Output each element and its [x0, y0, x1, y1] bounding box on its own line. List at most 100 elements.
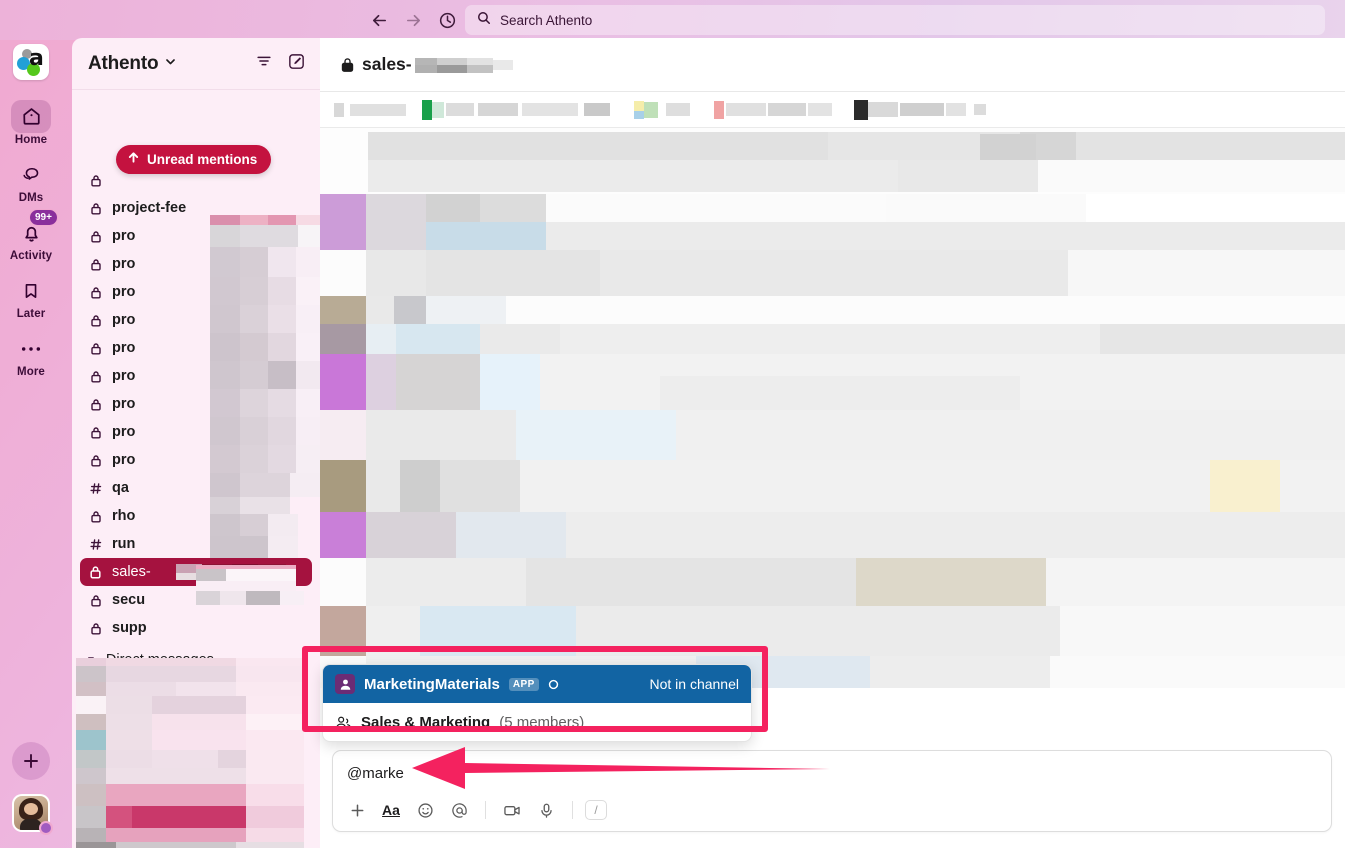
unread-mentions-label: Unread mentions	[147, 152, 257, 167]
arrow-right-icon[interactable]	[402, 9, 424, 31]
lock-icon	[88, 594, 103, 607]
sidebar-channel-row[interactable]: pro	[72, 390, 320, 418]
rail-label-home: Home	[15, 134, 47, 146]
lock-icon	[88, 258, 103, 271]
message-composer[interactable]: @marke Aa /	[332, 750, 1332, 832]
redaction-mosaic-tabs	[334, 98, 994, 122]
composer-toolbar: Aa /	[333, 793, 1331, 831]
activity-badge: 99+	[29, 209, 58, 226]
sidebar-channel-row[interactable]: pro	[72, 446, 320, 474]
unread-mentions-pill[interactable]: Unread mentions	[116, 145, 271, 174]
channel-name: pro	[112, 396, 135, 412]
channel-name: qa	[112, 480, 129, 496]
lock-icon	[88, 342, 103, 355]
rail-item-activity[interactable]: 99+ Activity	[2, 216, 60, 262]
video-icon[interactable]	[498, 797, 526, 823]
sidebar-channel-row[interactable]: project-fee	[72, 194, 320, 222]
dms-icon	[11, 158, 51, 191]
home-icon	[11, 100, 51, 133]
format-text-icon[interactable]: Aa	[377, 797, 405, 823]
slash-command-icon[interactable]: /	[585, 800, 607, 820]
presence-dot	[39, 821, 53, 835]
channel-name: run	[112, 536, 135, 552]
sidebar-header: Athento	[72, 38, 320, 90]
compose-icon[interactable]	[287, 52, 306, 76]
app-avatar-icon	[335, 674, 355, 694]
sidebar-channel-row-qa[interactable]: qa	[72, 474, 320, 502]
lock-icon	[88, 286, 103, 299]
toolbar-divider	[572, 801, 573, 819]
channel-title[interactable]: sales-	[362, 54, 412, 75]
sidebar-channel-row[interactable]: pro	[72, 222, 320, 250]
channel-name: pro	[112, 312, 135, 328]
redaction-mosaic-selected	[176, 564, 286, 580]
sidebar-channel-row-security[interactable]: secu	[72, 586, 320, 614]
mic-icon[interactable]	[532, 797, 560, 823]
channel-tabs[interactable]	[320, 92, 1345, 128]
lock-icon	[88, 174, 103, 187]
app-badge: APP	[509, 678, 539, 691]
arrow-left-icon[interactable]	[368, 9, 390, 31]
sidebar-channel-row[interactable]: pro	[72, 278, 320, 306]
sidebar-channel-row[interactable]: pro	[72, 362, 320, 390]
lock-icon	[340, 56, 355, 73]
chevron-down-icon[interactable]	[164, 55, 177, 73]
rail-item-home[interactable]: Home	[2, 100, 60, 146]
workspace-logo-icon[interactable]: a	[13, 44, 49, 80]
top-bar: Search Athento	[0, 0, 1345, 40]
plus-icon[interactable]	[12, 742, 50, 780]
emoji-icon[interactable]	[411, 797, 439, 823]
channel-name: sales-	[112, 564, 151, 580]
rail-item-more[interactable]: More	[2, 332, 60, 378]
search-placeholder: Search Athento	[500, 13, 592, 28]
arrow-up-icon	[127, 151, 140, 167]
sidebar-scroll[interactable]: Unread mentions	[72, 90, 320, 848]
lock-icon	[88, 314, 103, 327]
sidebar-channel-row-run[interactable]: run	[72, 530, 320, 558]
lock-icon	[88, 202, 103, 215]
dm-section-label: Direct messages	[106, 652, 214, 668]
sidebar-channel-row-sales[interactable]: sales-	[80, 558, 312, 586]
sidebar-channel-row[interactable]: pro	[72, 334, 320, 362]
plus-icon[interactable]	[343, 797, 371, 823]
sidebar-channel-row-support[interactable]: supp	[72, 614, 320, 642]
bookmark-icon	[11, 274, 51, 307]
nav-controls	[368, 9, 458, 31]
sidebar-channel-row[interactable]: pro	[72, 250, 320, 278]
composer-input[interactable]: @marke	[333, 751, 1331, 793]
avatar[interactable]	[12, 794, 50, 832]
user-group-icon	[335, 715, 352, 730]
app-window: Search Athento a Home DMs	[0, 0, 1345, 848]
toolbar-divider	[485, 801, 486, 819]
sidebar-channel-row[interactable]: pro	[72, 418, 320, 446]
dm-section-header[interactable]: ▼ Direct messages	[72, 642, 320, 674]
clock-icon[interactable]	[436, 9, 458, 31]
channel-name: project-fee	[112, 200, 186, 216]
mention-icon[interactable]	[445, 797, 473, 823]
redaction-mosaic-channel-title	[415, 54, 645, 76]
channel-name: pro	[112, 256, 135, 272]
filter-icon[interactable]	[255, 52, 273, 75]
lock-icon	[88, 565, 103, 579]
rail-item-later[interactable]: Later	[2, 274, 60, 320]
channel-header: sales-	[320, 38, 1345, 92]
workspace-name[interactable]: Athento	[88, 53, 158, 75]
rail-label-later: Later	[17, 308, 46, 320]
caret-down-icon: ▼	[86, 655, 96, 666]
channel-name: pro	[112, 424, 135, 440]
autocomplete-item-sales-marketing[interactable]: Sales & Marketing (5 members)	[323, 703, 751, 741]
left-rail: a Home DMs 99+ Activity	[0, 40, 62, 848]
channel-name: secu	[112, 592, 145, 608]
autocomplete-status-text: Not in channel	[649, 676, 739, 692]
sidebar-channel-row[interactable]: pro	[72, 306, 320, 334]
lock-icon	[88, 510, 103, 523]
autocomplete-item-marketingmaterials[interactable]: MarketingMaterials APP Not in channel	[323, 665, 751, 703]
sidebar-channel-row-rho[interactable]: rho	[72, 502, 320, 530]
mention-autocomplete-popup[interactable]: MarketingMaterials APP Not in channel Sa…	[322, 664, 752, 742]
lock-icon	[88, 454, 103, 467]
rail-item-dms[interactable]: DMs	[2, 158, 60, 204]
hash-icon	[88, 538, 103, 551]
search-bar[interactable]: Search Athento	[465, 5, 1325, 35]
channel-name: pro	[112, 368, 135, 384]
redaction-mosaic-dms	[72, 658, 320, 848]
